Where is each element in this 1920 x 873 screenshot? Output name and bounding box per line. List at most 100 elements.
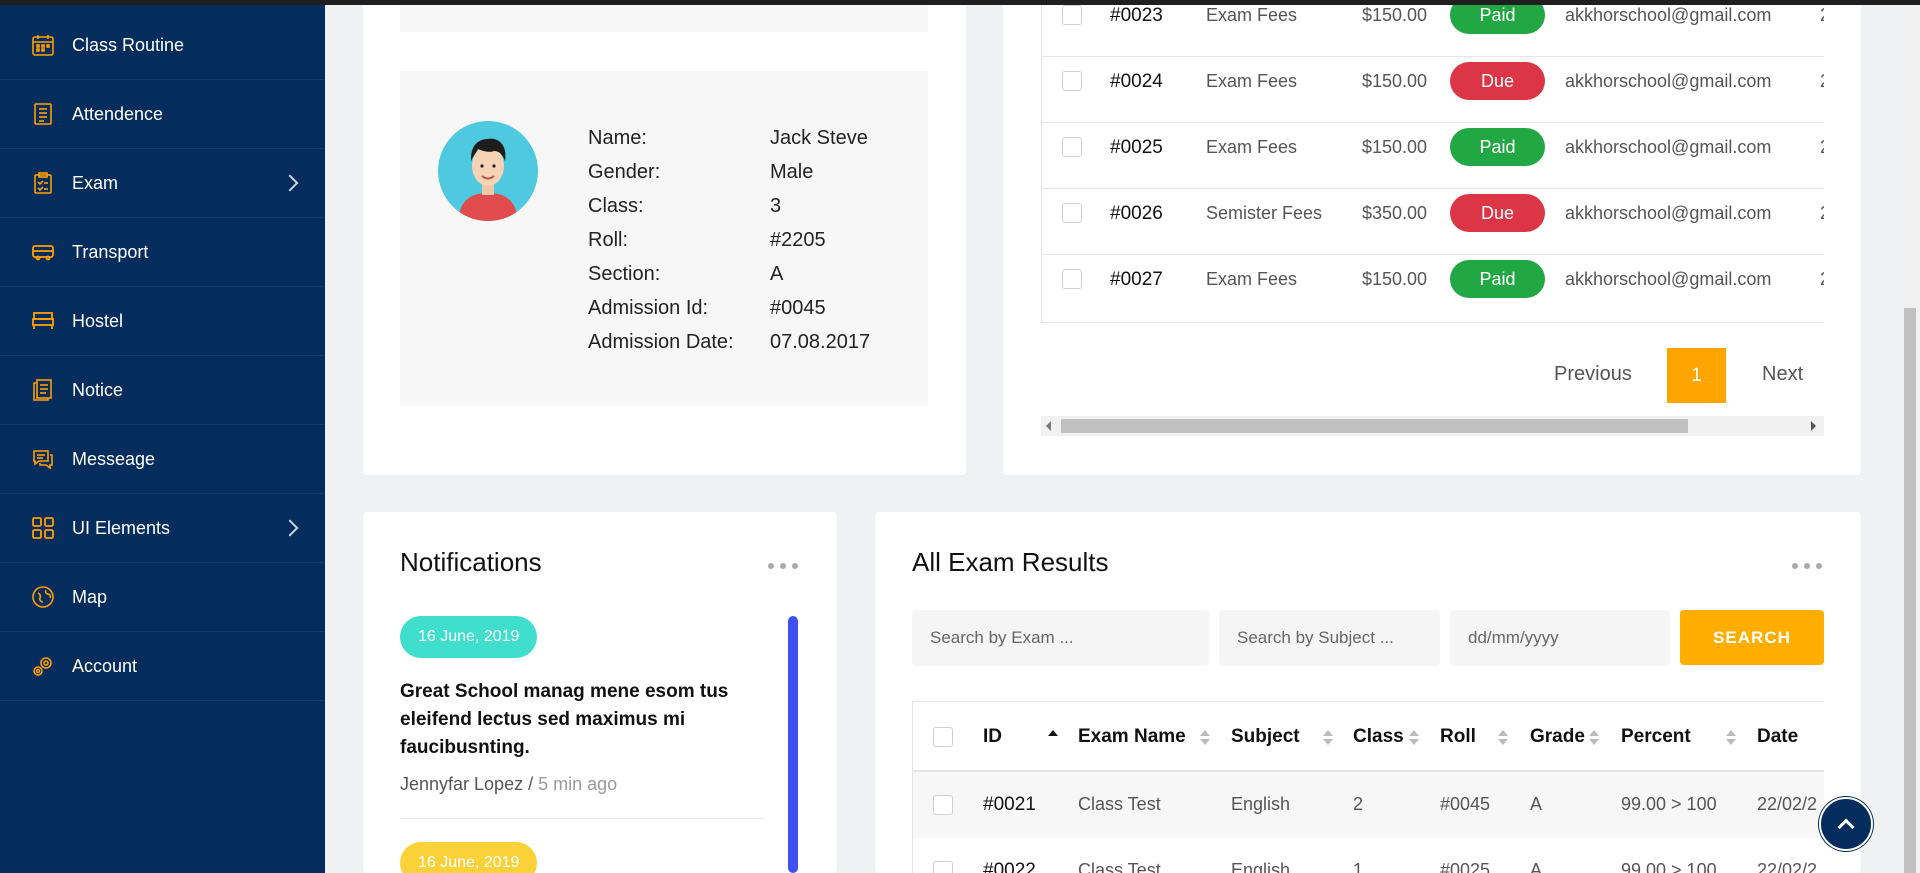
more-options-icon[interactable] xyxy=(768,563,798,569)
row-checkbox[interactable] xyxy=(933,861,953,873)
exam-grade: A xyxy=(1530,860,1543,873)
sidebar-item-label: Notice xyxy=(72,379,124,400)
column-header-date[interactable]: Date xyxy=(1757,726,1798,748)
sidebar-item-notice[interactable]: Notice xyxy=(0,356,325,425)
search-date-input[interactable]: dd/mm/yyyy xyxy=(1450,610,1670,666)
pagination-page-1[interactable]: 1 xyxy=(1667,348,1726,403)
sidebar-item-exam[interactable]: Exam xyxy=(0,149,325,218)
chevron-right-icon xyxy=(281,174,299,192)
table-row: #0023 Exam Fees $150.00 Paid akkhorschoo… xyxy=(1042,0,1824,57)
sort-icon[interactable] xyxy=(1409,730,1419,746)
search-exam-input[interactable]: Search by Exam ... xyxy=(912,610,1209,666)
profile-label: Class: xyxy=(588,195,644,217)
column-header-grade[interactable]: Grade xyxy=(1530,726,1585,748)
student-avatar xyxy=(438,121,538,221)
more-options-icon[interactable] xyxy=(1792,563,1822,569)
sidebar-item-map[interactable]: Map xyxy=(0,563,325,632)
fee-date-cut: 2 xyxy=(1820,203,1824,224)
status-badge: Paid xyxy=(1450,260,1545,298)
sort-icon[interactable] xyxy=(1726,730,1736,746)
profile-value-admission-date: 07.08.2017 xyxy=(770,331,871,353)
table-header: ID Exam Name Subject Class Roll Grade Pe… xyxy=(913,702,1824,772)
pagination-previous[interactable]: Previous xyxy=(1554,363,1632,386)
column-header-id[interactable]: ID xyxy=(983,726,1002,748)
column-header-exam-name[interactable]: Exam Name xyxy=(1078,726,1186,748)
sidebar-item-ui-elements[interactable]: UI Elements xyxy=(0,494,325,563)
sidebar-item-account[interactable]: Account xyxy=(0,632,325,701)
column-header-percent[interactable]: Percent xyxy=(1621,726,1691,748)
status-badge: Paid xyxy=(1450,0,1545,34)
fee-amount: $350.00 xyxy=(1362,203,1428,223)
notification-time: 5 min ago xyxy=(538,774,618,794)
profile-label: Gender: xyxy=(588,161,661,183)
search-button[interactable]: SEARCH xyxy=(1680,610,1824,665)
exam-class: 2 xyxy=(1353,794,1364,814)
fee-type: Exam Fees xyxy=(1206,71,1298,91)
sidebar-item-hostel[interactable]: Hostel xyxy=(0,287,325,356)
column-header-subject[interactable]: Subject xyxy=(1231,726,1300,748)
sort-icon[interactable] xyxy=(1589,730,1599,746)
sort-asc-icon[interactable] xyxy=(1048,730,1058,746)
page-scrollbar[interactable] xyxy=(1900,0,1920,873)
fee-type: Exam Fees xyxy=(1206,269,1298,289)
sidebar-item-class-routine[interactable]: Class Routine xyxy=(0,11,325,80)
profile-label: Section: xyxy=(588,263,661,285)
row-checkbox[interactable] xyxy=(933,795,953,815)
profile-label: Admission Id: xyxy=(588,297,709,319)
row-checkbox[interactable] xyxy=(1062,5,1082,25)
profile-label: Name: xyxy=(588,127,647,149)
sidebar-item-label: Messeage xyxy=(72,448,156,469)
table-horizontal-scrollbar[interactable] xyxy=(1041,416,1824,436)
exam-date: 22/02/2 xyxy=(1757,860,1818,873)
document-icon xyxy=(30,377,56,403)
row-checkbox[interactable] xyxy=(1062,137,1082,157)
sort-icon[interactable] xyxy=(1323,730,1333,746)
column-header-class[interactable]: Class xyxy=(1353,726,1404,748)
notification-meta: Jennyfar Lopez / 5 min ago xyxy=(400,774,617,795)
column-header-roll[interactable]: Roll xyxy=(1440,726,1476,748)
sort-icon[interactable] xyxy=(1498,730,1508,746)
sidebar-item-label: Attendence xyxy=(72,103,164,124)
scrollbar-thumb[interactable] xyxy=(1061,419,1688,433)
chevron-up-icon xyxy=(1837,818,1855,836)
sidebar-item-transport[interactable]: Transport xyxy=(0,218,325,287)
table-row: #0022 Class Test English 1 #0025 A 99.00… xyxy=(913,838,1824,873)
clipboard-icon xyxy=(30,170,56,196)
row-checkbox[interactable] xyxy=(1062,203,1082,223)
notifications-scrollbar[interactable] xyxy=(788,616,798,873)
notification-message: Great School manag mene esom tus eleifen… xyxy=(400,681,729,758)
sort-icon[interactable] xyxy=(1200,730,1210,746)
back-to-top-button[interactable] xyxy=(1819,797,1873,851)
fee-type: Exam Fees xyxy=(1206,5,1298,25)
notification-date-badge: 16 June, 2019 xyxy=(400,616,538,658)
scroll-left-arrow-icon[interactable] xyxy=(1046,421,1051,431)
chevron-right-icon xyxy=(281,519,299,537)
exam-date: 22/02/2 xyxy=(1757,794,1818,814)
scrollbar-thumb[interactable] xyxy=(1904,308,1916,873)
top-bar xyxy=(0,0,1920,5)
pagination-next[interactable]: Next xyxy=(1762,363,1803,386)
fee-id: #0026 xyxy=(1110,203,1163,224)
scroll-right-arrow-icon[interactable] xyxy=(1811,421,1816,431)
fee-date-cut: 2 xyxy=(1820,137,1824,158)
sidebar: Class Routine Attendence Exam Transport … xyxy=(0,0,325,873)
notification-separator: / xyxy=(523,774,539,794)
exam-results-title: All Exam Results xyxy=(912,547,1109,577)
profile-value-roll: #2205 xyxy=(770,229,826,251)
exam-name: Class Test xyxy=(1078,794,1161,814)
sidebar-item-messeage[interactable]: Messeage xyxy=(0,425,325,494)
fee-type: Exam Fees xyxy=(1206,137,1298,157)
sidebar-item-label: Exam xyxy=(72,172,119,193)
profile-value-section: A xyxy=(770,263,784,285)
fee-email: akkhorschool@gmail.com xyxy=(1565,71,1772,91)
search-subject-input[interactable]: Search by Subject ... xyxy=(1219,610,1440,666)
sidebar-item-attendence[interactable]: Attendence xyxy=(0,80,325,149)
fee-id: #0027 xyxy=(1110,269,1163,290)
status-badge: Paid xyxy=(1450,128,1545,166)
checklist-icon xyxy=(30,101,56,127)
calendar-icon xyxy=(30,32,56,58)
row-checkbox[interactable] xyxy=(1062,71,1082,91)
profile-label: Roll: xyxy=(588,229,629,251)
row-checkbox[interactable] xyxy=(1062,269,1082,289)
select-all-checkbox[interactable] xyxy=(933,727,953,747)
